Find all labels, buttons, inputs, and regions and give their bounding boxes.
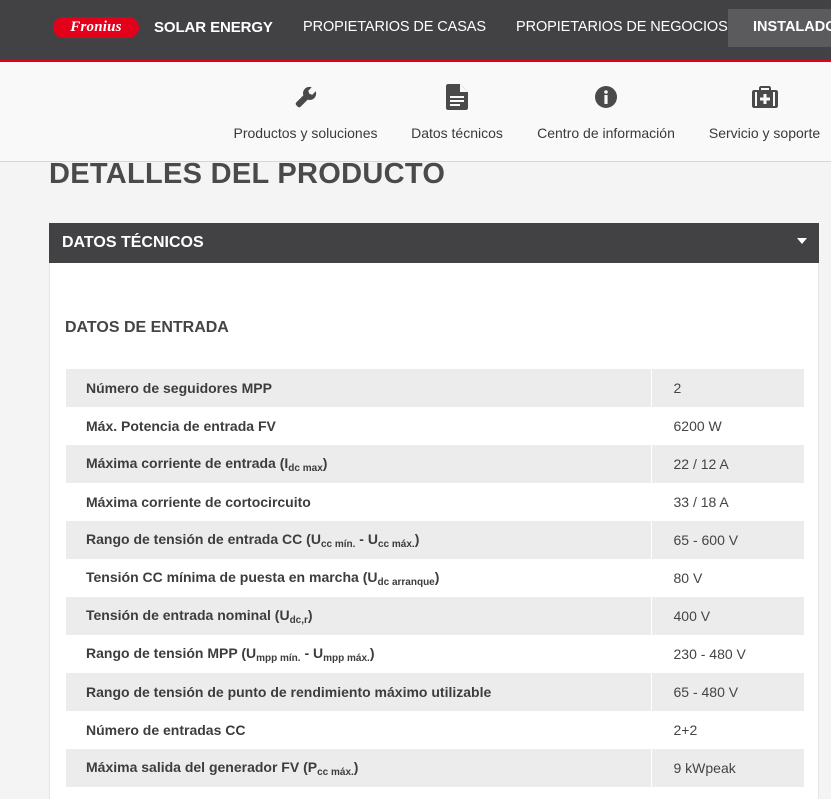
spec-row: Máxima corriente de entrada (Idc max) 22 …	[66, 445, 804, 483]
spec-row: Rango de tensión de entrada CC (Ucc mín.…	[66, 521, 804, 559]
spec-label: Máxima corriente de cortocircuito	[66, 483, 652, 521]
caret-down-icon[interactable]	[797, 238, 807, 244]
spec-label: Rango de tensión MPP (Umpp mín. - Umpp m…	[66, 635, 652, 673]
spec-value: 6200 W	[673, 418, 722, 434]
nav-instaladores-label: INSTALADORES	[753, 19, 831, 35]
spec-row: Tensión CC mínima de puesta en marcha (U…	[66, 559, 804, 597]
spec-row: Rango de tensión MPP (Umpp mín. - Umpp m…	[66, 635, 804, 673]
spec-subscript: dc max	[288, 462, 323, 474]
subnav-item-productos[interactable]: Productos y soluciones	[231, 62, 380, 162]
subnav-label-centro-informacion: Centro de información	[537, 125, 675, 141]
spec-label: Rango de tensión de punto de rendimiento…	[66, 673, 652, 711]
datos-tecnicos-panel: DATOS DE ENTRADA Número de seguidores MP…	[49, 263, 819, 799]
spec-label: Número de seguidores MPP	[66, 369, 652, 407]
nav-propietarios-de-casas[interactable]: PROPIETARIOS DE CASAS	[303, 19, 486, 35]
spec-label: Tensión CC mínima de puesta en marcha (U…	[66, 559, 652, 597]
spec-value: 65 - 480 V	[651, 673, 804, 711]
page-title: DETALLES DEL PRODUCTO	[49, 158, 446, 190]
spec-subscript: cc mín.	[320, 538, 356, 550]
accordion-title: DATOS TÉCNICOS	[62, 234, 204, 251]
subnav-label-datos-tecnicos: Datos técnicos	[411, 125, 503, 141]
spec-label: Máxima corriente de entrada (Idc max)	[66, 445, 652, 483]
spec-row: Tensión de entrada nominal (Udc,r) 400 V	[66, 597, 804, 635]
spec-value: 400 V	[651, 597, 804, 635]
spec-subscript: mpp mín.	[256, 652, 301, 664]
spec-subscript: mpp máx.	[323, 652, 370, 664]
nav-instaladores[interactable]: INSTALADORES	[728, 9, 831, 47]
wrench-icon	[293, 84, 319, 110]
first-aid-kit-icon	[751, 84, 778, 110]
spec-row: Número de seguidores MPP 2	[66, 369, 804, 407]
spec-label: Número de entradas CC	[66, 711, 652, 749]
spec-subscript: dc arranque	[377, 576, 435, 588]
spec-label: Tensión de entrada nominal (Udc,r)	[66, 597, 652, 635]
spec-row: Máxima salida del generador FV (Pcc máx.…	[66, 749, 804, 787]
subnav-label-productos: Productos y soluciones	[233, 125, 378, 141]
spec-label: Máx. Potencia de entrada FV	[66, 407, 652, 445]
spec-subscript: cc máx.	[317, 766, 354, 778]
spec-label: Máxima salida del generador FV (Pcc máx.…	[66, 749, 652, 787]
spec-value: 9 kWpeak	[651, 749, 804, 787]
spec-value: 2	[651, 369, 804, 407]
subnav-item-servicio-soporte[interactable]: Servicio y soporte	[707, 62, 822, 162]
datos-tecnicos-accordion-header[interactable]: DATOS TÉCNICOS	[49, 223, 819, 263]
document-icon	[444, 84, 470, 110]
brand-solar-energy[interactable]: SOLAR ENERGY	[154, 19, 273, 36]
subnav-label-servicio-soporte: Servicio y soporte	[708, 125, 821, 141]
subnav-item-datos-tecnicos[interactable]: Datos técnicos	[409, 62, 505, 162]
spec-value: 2+2	[673, 722, 698, 738]
spec-subscript: cc máx.	[377, 538, 415, 550]
spec-row: Máxima corriente de cortocircuito 33 / 18…	[66, 483, 804, 521]
spec-row: Máx. Potencia de entrada FV 6200 W	[66, 407, 804, 445]
fronius-logo[interactable]: Fronius	[53, 17, 139, 38]
spec-value: 230 - 480 V	[673, 646, 746, 662]
secondary-navigation: Productos y soluciones Datos técnicos Ce…	[0, 62, 831, 162]
spec-row: Número de entradas CC 2+2	[66, 711, 804, 749]
nav-propietarios-de-negocios[interactable]: PROPIETARIOS DE NEGOCIOS	[516, 19, 728, 35]
section-title-datos-entrada: DATOS DE ENTRADA	[65, 319, 229, 336]
spec-value: 33 / 18 A	[673, 494, 729, 510]
spec-label: Rango de tensión de entrada CC (Ucc mín.…	[66, 521, 652, 559]
top-navigation-bar: Fronius SOLAR ENERGY PROPIETARIOS DE CAS…	[0, 0, 831, 60]
subnav-item-centro-informacion[interactable]: Centro de información	[535, 62, 677, 162]
info-icon	[593, 84, 619, 110]
spec-subscript: dc,r	[289, 614, 308, 626]
spec-row: Rango de tensión de punto de rendimiento…	[66, 673, 804, 711]
spec-value: 80 V	[673, 570, 703, 586]
spec-value: 65 - 600 V	[651, 521, 804, 559]
specs-table: Número de seguidores MPP 2 Máx. Potencia d…	[66, 369, 804, 787]
spec-value: 22 / 12 A	[651, 445, 804, 483]
logo-text: Fronius	[70, 19, 122, 35]
